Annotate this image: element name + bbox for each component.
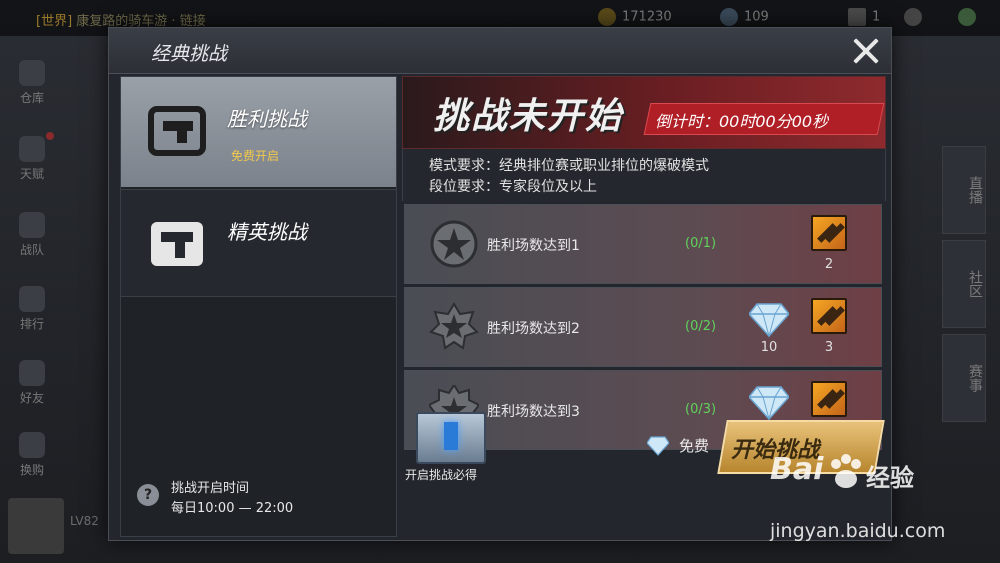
mail-count: 1 bbox=[872, 9, 881, 25]
chest-label: 开启挑战必得 bbox=[405, 468, 478, 482]
close-button[interactable] bbox=[849, 34, 883, 68]
gear-icon bbox=[904, 8, 922, 26]
exchange-icon bbox=[19, 432, 45, 458]
friends-icon bbox=[19, 360, 45, 386]
tab-label: 精英挑战 bbox=[227, 220, 307, 244]
tab-sublabel: 免费开启 bbox=[231, 149, 280, 163]
menu-warehouse[interactable]: 仓库 bbox=[10, 60, 54, 106]
rank-requirement: 段位要求：专家段位及以上 bbox=[429, 179, 597, 195]
diamond-reward-icon bbox=[749, 303, 789, 338]
player-info[interactable]: LV82 bbox=[8, 498, 118, 558]
tile-live[interactable]: 直播 bbox=[942, 146, 986, 234]
coin-icon bbox=[598, 8, 616, 26]
diamond-counter: 109 bbox=[720, 8, 769, 26]
chat-tag: [世界] bbox=[36, 14, 73, 29]
menu-friends[interactable]: 好友 bbox=[10, 360, 54, 406]
reward-chest-icon[interactable] bbox=[416, 412, 486, 464]
right-menu: 直播 社区 赛事 bbox=[890, 40, 1000, 520]
help-icon[interactable]: ? bbox=[137, 484, 159, 506]
team-icon bbox=[19, 212, 45, 238]
coin-value: 171230 bbox=[622, 9, 672, 25]
open-time-title: 挑战开启时间 bbox=[171, 481, 250, 496]
task-progress: (0/3) bbox=[685, 402, 717, 417]
tile-events[interactable]: 赛事 bbox=[942, 334, 986, 422]
baidu-paw-icon bbox=[831, 454, 861, 488]
ammo-reward-count: 3 bbox=[824, 340, 834, 355]
diamond-reward-icon bbox=[749, 386, 789, 421]
requirements: 模式要求：经典排位赛或职业排位的爆破模式 段位要求：专家段位及以上 bbox=[402, 149, 886, 201]
coin-counter: 171230 bbox=[598, 8, 672, 26]
tab-label: 胜利挑战 bbox=[227, 107, 307, 131]
mail-button[interactable]: 1 bbox=[848, 8, 880, 26]
diamond-value: 109 bbox=[744, 9, 769, 25]
ammo-reward-count: 2 bbox=[824, 257, 834, 272]
star-medal-icon bbox=[430, 220, 478, 268]
diamond-reward-count: 10 bbox=[760, 340, 778, 355]
ammo-reward-icon bbox=[811, 381, 847, 417]
cost-label: 免费 bbox=[679, 437, 710, 455]
watermark-jingyan: 经验 bbox=[866, 464, 914, 492]
mail-icon bbox=[848, 8, 866, 26]
dialog-title: 经典挑战 bbox=[151, 43, 228, 65]
menu-ranking[interactable]: 排行 bbox=[10, 286, 54, 332]
challenge-tab-list: 胜利挑战 免费开启 精英挑战 ? 挑战开启时间 每日10:00 — 22:00 bbox=[120, 76, 397, 537]
tab-victory-challenge[interactable]: 胜利挑战 免费开启 bbox=[121, 77, 396, 187]
settings-button[interactable] bbox=[904, 8, 928, 26]
tab-elite-challenge[interactable]: 精英挑战 bbox=[121, 189, 396, 297]
talent-icon bbox=[19, 136, 45, 162]
diamond-cost-icon bbox=[647, 436, 669, 456]
task-row: 胜利场数达到2 (0/2) 10 3 bbox=[404, 287, 882, 367]
challenge-status: 挑战未开始 bbox=[433, 96, 624, 137]
menu-label: 换购 bbox=[19, 463, 44, 477]
menu-talent[interactable]: 天赋 bbox=[10, 136, 54, 182]
open-time-value: 每日10:00 — 22:00 bbox=[171, 501, 294, 516]
warehouse-icon bbox=[19, 60, 45, 86]
menu-exchange[interactable]: 换购 bbox=[10, 432, 54, 478]
status-banner: 挑战未开始 倒计时：00时00分00秒 bbox=[402, 76, 886, 149]
menu-label: 排行 bbox=[19, 317, 44, 331]
wifi-icon bbox=[958, 8, 976, 26]
trophy-icon bbox=[19, 286, 45, 312]
ammo-reward-icon bbox=[811, 215, 847, 251]
menu-label: 天赋 bbox=[19, 167, 44, 181]
watermark-url: jingyan.baidu.com bbox=[770, 520, 946, 542]
avatar[interactable] bbox=[8, 498, 64, 554]
pistol-badge-icon bbox=[148, 106, 206, 156]
task-progress: (0/1) bbox=[685, 236, 717, 251]
countdown-text: 倒计时：00时00分00秒 bbox=[655, 112, 829, 131]
left-menu: 仓库 天赋 战队 排行 好友 换购 bbox=[0, 40, 60, 520]
menu-label: 战队 bbox=[19, 243, 44, 257]
menu-label: 仓库 bbox=[19, 91, 44, 105]
wifi-indicator bbox=[958, 8, 982, 26]
star-medal-icon bbox=[429, 302, 479, 350]
player-level: LV82 bbox=[70, 514, 99, 528]
ammo-reward-icon bbox=[811, 298, 847, 334]
task-label: 胜利场数达到1 bbox=[487, 238, 580, 254]
mode-requirement: 模式要求：经典排位赛或职业排位的爆破模式 bbox=[429, 158, 709, 174]
watermark-logo: Bai bbox=[770, 452, 824, 487]
menu-team[interactable]: 战队 bbox=[10, 212, 54, 258]
task-row: 胜利场数达到1 (0/1) 2 bbox=[404, 204, 882, 284]
task-progress: (0/2) bbox=[685, 319, 717, 334]
menu-label: 好友 bbox=[19, 391, 44, 405]
task-label: 胜利场数达到3 bbox=[487, 404, 580, 420]
elite-pistol-icon bbox=[151, 222, 203, 266]
diamond-icon bbox=[720, 8, 738, 26]
task-label: 胜利场数达到2 bbox=[487, 321, 580, 337]
tile-community[interactable]: 社区 bbox=[942, 240, 986, 328]
dialog-header: 经典挑战 bbox=[109, 28, 891, 74]
